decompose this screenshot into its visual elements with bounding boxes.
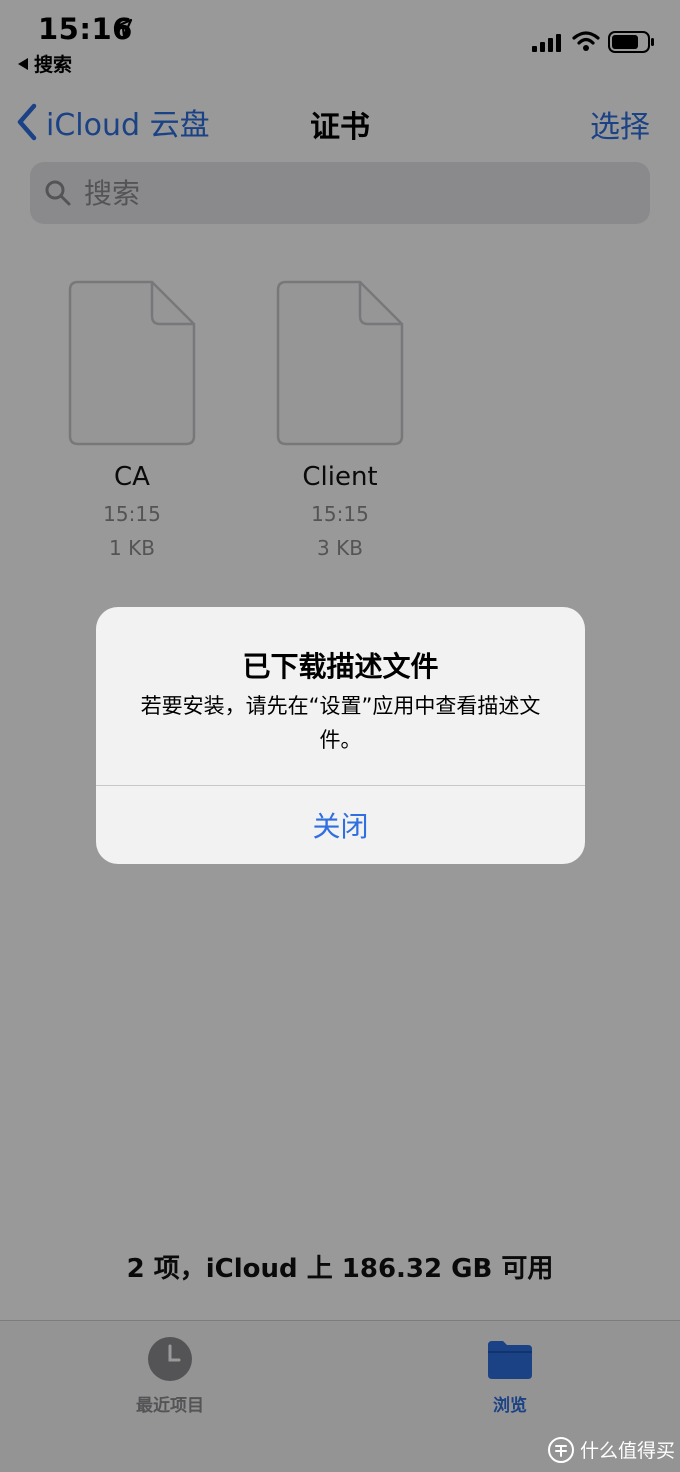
watermark-logo-icon (548, 1436, 574, 1463)
alert-dialog: 已下载描述文件 若要安装，请先在“设置”应用中查看描述文件。 关闭 (96, 607, 585, 864)
files-app-screen: 15:16 搜索 iCloud 云盘 证书 选择 搜索 CA 15:15 1 K… (0, 0, 680, 1472)
watermark-text: 什么值得买 (580, 1440, 676, 1462)
watermark: 什么值得买 (548, 1436, 675, 1463)
alert-title: 已下载描述文件 (242, 650, 439, 683)
alert-message: 若要安装，请先在“设置”应用中查看描述文件。 (140, 694, 541, 752)
close-button[interactable]: 关闭 (96, 786, 585, 864)
